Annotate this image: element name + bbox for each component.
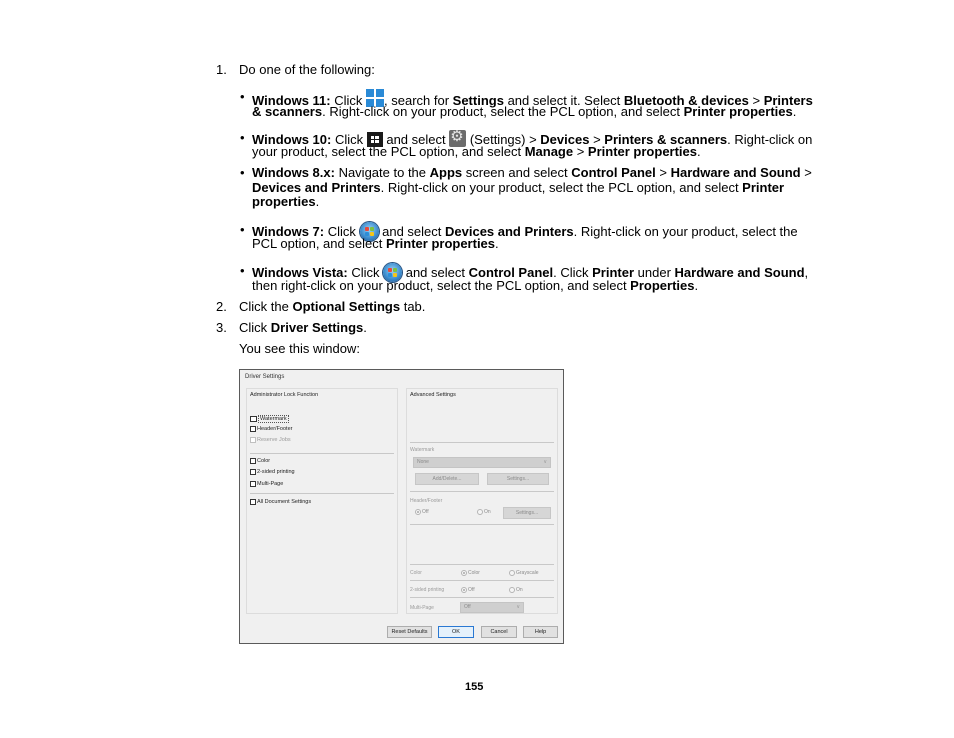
bullet-dot: •	[240, 263, 245, 278]
color-color-radio: Color	[461, 570, 480, 576]
watermark-settings-button: Settings...	[487, 473, 549, 485]
bullet-windows-8-cont: Devices and Printers. Right-click on you…	[252, 180, 785, 195]
header-footer-on-radio: On	[477, 509, 491, 515]
step-text: Click Driver Settings.	[239, 320, 367, 335]
separator	[410, 491, 554, 492]
bullet-dot: •	[240, 222, 245, 237]
two-sided-on-radio: On	[509, 587, 523, 593]
checkbox-box[interactable]	[250, 416, 257, 422]
step-number: 2.	[216, 299, 227, 314]
step-text: Do one of the following:	[239, 62, 375, 77]
multi-page-label: Multi-Page	[410, 605, 434, 611]
reset-defaults-button[interactable]: Reset Defaults	[387, 626, 432, 638]
checkbox-header-footer[interactable]: Header/Footer	[250, 426, 292, 432]
help-button[interactable]: Help	[523, 626, 558, 638]
dialog-title: Driver Settings	[245, 374, 285, 380]
step-number: 3.	[216, 320, 227, 335]
checkbox-box[interactable]	[250, 481, 256, 487]
checkbox-color[interactable]: Color	[250, 458, 270, 464]
bullet-windows-11-cont: & scanners. Right-click on your product,…	[252, 104, 797, 119]
checkbox-reserve-jobs: Reserve Jobs	[250, 437, 291, 443]
step-text: Click the Optional Settings tab.	[239, 299, 426, 314]
admin-lock-group: Administrator Lock Function Watermark He…	[246, 388, 398, 614]
chevron-down-icon: ∨	[516, 604, 520, 610]
group-title: Advanced Settings	[410, 392, 456, 398]
checkbox-box[interactable]	[250, 458, 256, 464]
color-grayscale-radio: Grayscale	[509, 570, 539, 576]
separator	[410, 564, 554, 565]
radio-circle	[461, 587, 467, 593]
bullet-windows-vista-cont: then right-click on your product, select…	[252, 278, 699, 293]
radio-circle	[509, 570, 515, 576]
watermark-select: None ∨	[413, 457, 551, 468]
cancel-button[interactable]: Cancel	[481, 626, 517, 638]
bullet-windows-7-cont: PCL option, and select Printer propertie…	[252, 236, 499, 251]
multi-page-select: Off ∨	[460, 602, 524, 613]
separator	[410, 524, 554, 525]
bullet-dot: •	[240, 89, 245, 104]
driver-settings-dialog: Driver Settings Administrator Lock Funct…	[239, 369, 564, 644]
radio-circle	[461, 570, 467, 576]
checkbox-2-sided-printing[interactable]: 2-sided printing	[250, 469, 295, 475]
two-sided-off-radio: Off	[461, 587, 475, 593]
checkbox-box[interactable]	[250, 499, 256, 505]
advanced-settings-group: Advanced Settings Watermark None ∨ Add/De…	[406, 388, 558, 614]
ok-button[interactable]: OK	[438, 626, 474, 638]
checkbox-box[interactable]	[250, 426, 256, 432]
radio-circle	[415, 509, 421, 515]
radio-circle	[509, 587, 515, 593]
watermark-label: Watermark	[410, 447, 435, 453]
step-number: 1.	[216, 62, 227, 77]
header-footer-off-radio: Off	[415, 509, 429, 515]
bullet-windows-8: Windows 8.x: Navigate to the Apps screen…	[252, 165, 812, 180]
separator	[250, 493, 394, 494]
bullet-windows-8-cont2: properties.	[252, 194, 320, 209]
separator	[410, 597, 554, 598]
bullet-dot: •	[240, 165, 245, 180]
group-title: Administrator Lock Function	[250, 392, 319, 398]
after-steps-text: You see this window:	[239, 341, 360, 356]
color-label: Color	[410, 570, 422, 576]
bullet-windows-10-cont: your product, select the PCL option, and…	[252, 144, 701, 159]
two-sided-label: 2-sided printing	[410, 587, 445, 593]
checkbox-box	[250, 437, 256, 443]
header-footer-settings-button: Settings...	[503, 507, 551, 519]
add-delete-button: Add/Delete...	[415, 473, 479, 485]
separator	[410, 442, 554, 443]
separator	[250, 453, 394, 454]
chevron-down-icon: ∨	[543, 459, 547, 465]
radio-circle	[477, 509, 483, 515]
checkbox-all-document-settings[interactable]: All Document Settings	[250, 499, 311, 505]
page-number: 155	[465, 681, 484, 693]
checkbox-box[interactable]	[250, 469, 256, 475]
separator	[410, 580, 554, 581]
bullet-dot: •	[240, 130, 245, 145]
checkbox-multi-page[interactable]: Multi-Page	[250, 481, 283, 487]
header-footer-label: Header/Footer	[410, 498, 443, 504]
checkbox-watermark[interactable]: Watermark	[250, 415, 289, 423]
